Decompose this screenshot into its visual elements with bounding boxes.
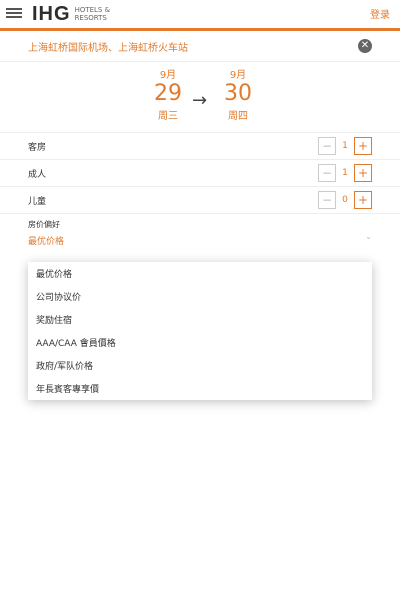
rooms-value: 1 bbox=[342, 141, 348, 151]
location-value: 上海虹桥国际机场、上海虹桥火车站 bbox=[28, 42, 188, 54]
rooms-label: 客房 bbox=[28, 142, 47, 153]
checkout-day: 30 bbox=[224, 81, 252, 106]
login-link[interactable]: 登录 bbox=[370, 6, 390, 21]
checkin-month: 9月 bbox=[159, 70, 177, 81]
children-value: 0 bbox=[342, 195, 348, 205]
rate-option-reward-nights[interactable]: 奖励住宿 bbox=[28, 308, 372, 331]
top-bar: IHG HOTELS & RESORTS 登录 bbox=[0, 0, 400, 31]
checkout-month: 9月 bbox=[229, 70, 247, 81]
rate-option-senior[interactable]: 年長賓客專享價 bbox=[28, 377, 372, 400]
adults-minus-button[interactable]: − bbox=[318, 164, 336, 182]
date-selector[interactable]: 9月 29 周三 → 9月 30 周四 bbox=[0, 62, 400, 133]
adults-value: 1 bbox=[342, 168, 348, 178]
adults-label: 成人 bbox=[28, 169, 47, 180]
rate-option-best[interactable]: 最优价格 bbox=[28, 262, 372, 285]
checkin-weekday: 周三 bbox=[158, 111, 178, 122]
adults-stepper: − 1 + bbox=[318, 164, 372, 182]
rate-option-government[interactable]: 政府/军队价格 bbox=[28, 354, 372, 377]
rate-options-dropdown: 最优价格 公司协议价 奖励住宿 AAA/CAA 會員價格 政府/军队价格 年長賓… bbox=[28, 262, 372, 400]
rooms-row: 客房 − 1 + bbox=[0, 133, 400, 160]
logo-subtext: HOTELS & RESORTS bbox=[75, 6, 111, 22]
rate-option-corporate[interactable]: 公司协议价 bbox=[28, 285, 372, 308]
chevron-down-icon: ⌄ bbox=[365, 232, 372, 241]
rate-preference-label: 房价偏好 bbox=[28, 220, 60, 229]
checkout-weekday: 周四 bbox=[228, 111, 248, 122]
rooms-minus-button[interactable]: − bbox=[318, 137, 336, 155]
clear-location-icon[interactable]: ✕ bbox=[358, 39, 372, 53]
checkin-day: 29 bbox=[154, 81, 182, 106]
rooms-plus-button[interactable]: + bbox=[354, 137, 372, 155]
hamburger-menu-icon[interactable] bbox=[6, 6, 22, 20]
menu-line bbox=[6, 12, 22, 14]
ihg-logo[interactable]: IHG HOTELS & RESORTS bbox=[32, 2, 111, 25]
menu-line bbox=[6, 8, 22, 10]
checkout-date[interactable]: 9月 30 周四 bbox=[218, 62, 258, 122]
adults-row: 成人 − 1 + bbox=[0, 160, 400, 187]
checkin-date[interactable]: 9月 29 周三 bbox=[148, 62, 188, 122]
menu-line bbox=[6, 16, 22, 18]
logo-subtext-line2: RESORTS bbox=[74, 14, 107, 22]
children-minus-button[interactable]: − bbox=[318, 191, 336, 209]
rate-option-aaa-caa[interactable]: AAA/CAA 會員價格 bbox=[28, 331, 372, 354]
arrow-right-icon: → bbox=[192, 90, 208, 111]
logo-subtext-line1: HOTELS & bbox=[74, 6, 111, 14]
children-row: 儿童 − 0 + bbox=[0, 187, 400, 214]
adults-plus-button[interactable]: + bbox=[354, 164, 372, 182]
rate-preference-select[interactable]: 房价偏好 最优价格 ⌄ bbox=[0, 214, 400, 250]
children-plus-button[interactable]: + bbox=[354, 191, 372, 209]
location-field[interactable]: 上海虹桥国际机场、上海虹桥火车站 ✕ bbox=[0, 31, 400, 62]
logo-text: IHG bbox=[32, 2, 71, 25]
children-stepper: − 0 + bbox=[318, 191, 372, 209]
rooms-stepper: − 1 + bbox=[318, 137, 372, 155]
rate-preference-value: 最优价格 bbox=[28, 237, 65, 247]
children-label: 儿童 bbox=[28, 196, 47, 207]
